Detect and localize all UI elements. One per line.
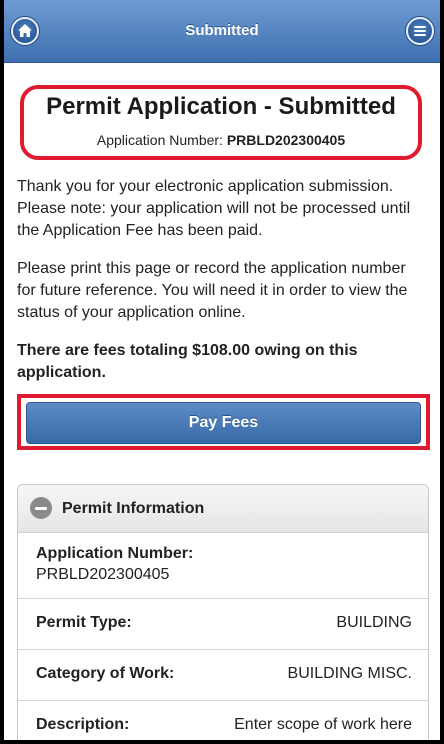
pay-fees-button[interactable]: Pay Fees <box>26 402 421 444</box>
application-number-label: Application Number: <box>96 132 223 148</box>
info-row-category-of-work: Category of Work: BUILDING MISC. <box>18 650 428 701</box>
fees-notice: There are fees totaling $108.00 owing on… <box>17 342 358 381</box>
permit-information-title: Permit Information <box>62 500 205 517</box>
menu-button[interactable] <box>406 17 434 45</box>
submission-notice: Thank you for your electronic applicatio… <box>17 178 411 239</box>
page-title: Submitted <box>185 22 259 39</box>
submission-title-box: Permit Application - Submitted Applicati… <box>20 85 422 160</box>
permit-information-header[interactable]: Permit Information <box>18 485 428 533</box>
application-number-line: Application Number: PRBLD202300405 <box>24 132 418 148</box>
application-title: Permit Application - Submitted <box>46 93 396 120</box>
info-row-application-number: Application Number: PRBLD202300405 <box>18 532 428 599</box>
app-screen: Submitted Permit Application - Submitted… <box>4 0 440 740</box>
info-value: PRBLD202300405 <box>36 566 170 583</box>
permit-information-panel: Permit Information Application Number: P… <box>17 484 429 740</box>
header-bar: Submitted <box>4 0 440 63</box>
print-notice: Please print this page or record the app… <box>17 260 408 321</box>
info-label: Application Number: <box>36 545 194 562</box>
info-value: BUILDING <box>336 614 412 631</box>
application-number-value: PRBLD202300405 <box>226 132 346 148</box>
info-value: Enter scope of work here <box>234 716 412 733</box>
info-label: Category of Work: <box>36 665 175 682</box>
info-row-description: Description: Enter scope of work here <box>18 701 428 740</box>
info-value: BUILDING MISC. <box>287 665 412 682</box>
menu-icon <box>414 26 426 36</box>
info-label: Permit Type: <box>36 614 132 631</box>
minus-circle-icon <box>30 497 52 519</box>
info-row-permit-type: Permit Type: BUILDING <box>18 599 428 650</box>
pay-fees-highlight: Pay Fees <box>17 394 430 450</box>
info-label: Description: <box>36 716 130 733</box>
